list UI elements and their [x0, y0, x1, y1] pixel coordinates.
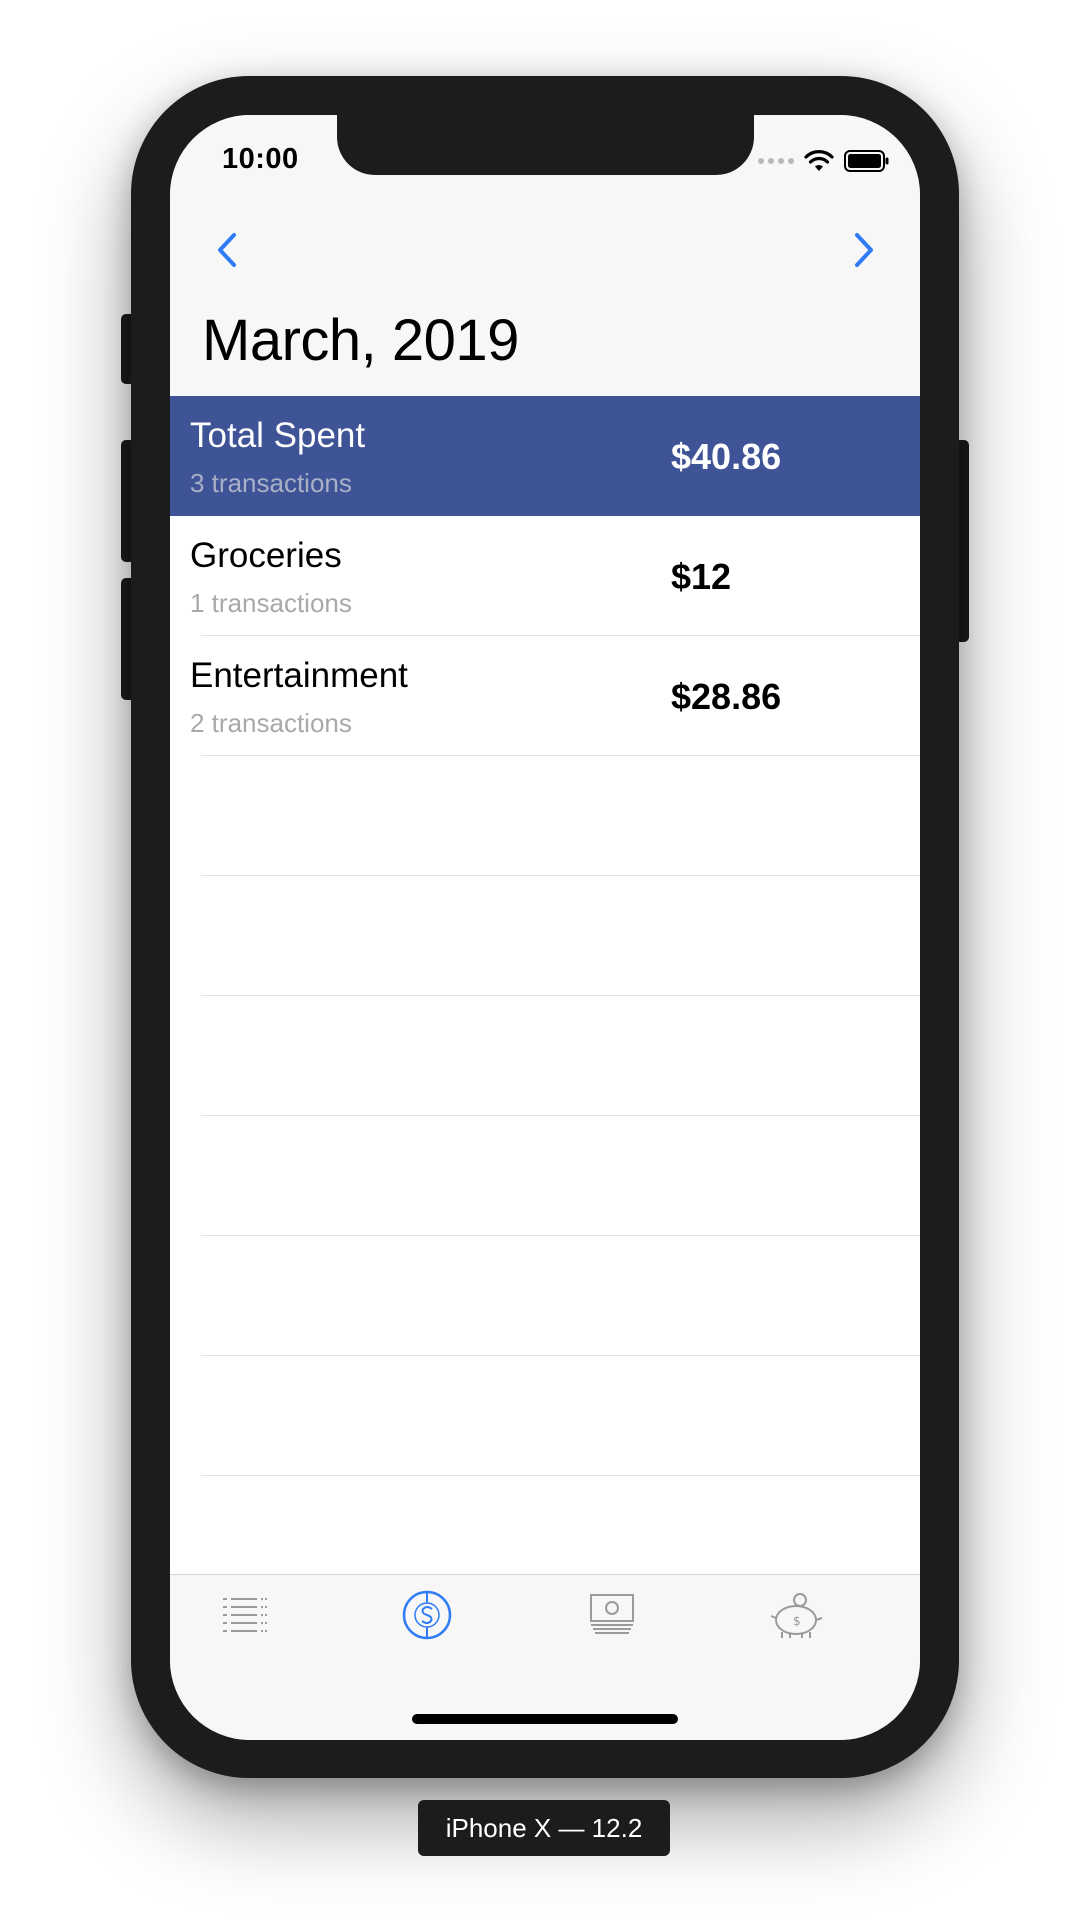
- next-month-button[interactable]: [844, 227, 884, 273]
- list-icon: [223, 1598, 269, 1632]
- previous-month-button[interactable]: [207, 227, 247, 273]
- tab-income[interactable]: [582, 1585, 642, 1645]
- piggy-bank-icon: $: [770, 1593, 823, 1638]
- row-amount: $12: [671, 556, 732, 597]
- row-transaction-count: 3 transactions: [190, 468, 352, 498]
- row-amount: $28.86: [671, 676, 782, 717]
- empty-row: [170, 996, 920, 1116]
- empty-row: [170, 876, 920, 996]
- category-row-groceries[interactable]: Groceries 1 transactions $12: [170, 516, 920, 636]
- status-icons: [758, 149, 890, 173]
- empty-row: [170, 756, 920, 876]
- device-screen: 10:00 March, 2019 Total Spent 3 transact…: [170, 115, 920, 1740]
- category-list: Total Spent 3 transactions $40.86 Grocer…: [170, 396, 920, 1476]
- chevron-left-icon: [218, 233, 236, 267]
- row-amount: $40.86: [671, 436, 782, 477]
- row-name: Groceries: [190, 536, 342, 575]
- simulator-device-label: iPhone X — 12.2: [418, 1800, 670, 1856]
- tab-transactions[interactable]: [216, 1585, 276, 1645]
- row-name: Entertainment: [190, 656, 408, 695]
- empty-row: [170, 1236, 920, 1356]
- dollar-circle-icon: [402, 1590, 452, 1640]
- tab-savings[interactable]: $: [766, 1585, 826, 1645]
- empty-row: [170, 1116, 920, 1236]
- simulator-stage: 10:00 March, 2019 Total Spent 3 transact…: [0, 0, 1090, 1928]
- category-row-entertainment[interactable]: Entertainment 2 transactions $28.86: [170, 636, 920, 756]
- row-name: Total Spent: [190, 416, 366, 455]
- cash-icon: [590, 1594, 634, 1634]
- row-separator: [201, 1475, 920, 1476]
- tab-spending[interactable]: [397, 1585, 457, 1645]
- battery-icon: [844, 150, 889, 172]
- svg-text:$: $: [793, 1614, 801, 1628]
- row-transaction-count: 2 transactions: [190, 708, 352, 738]
- total-spent-row[interactable]: Total Spent 3 transactions $40.86: [170, 396, 920, 516]
- notch: [337, 115, 754, 175]
- row-transaction-count: 1 transactions: [190, 588, 352, 618]
- empty-row: [170, 1356, 920, 1476]
- home-indicator[interactable]: [412, 1714, 678, 1724]
- status-time: 10:00: [222, 143, 299, 175]
- cellular-signal-icon: [758, 158, 794, 164]
- chevron-right-icon: [855, 233, 873, 267]
- page-title: March, 2019: [202, 308, 519, 373]
- wifi-icon: [804, 150, 834, 171]
